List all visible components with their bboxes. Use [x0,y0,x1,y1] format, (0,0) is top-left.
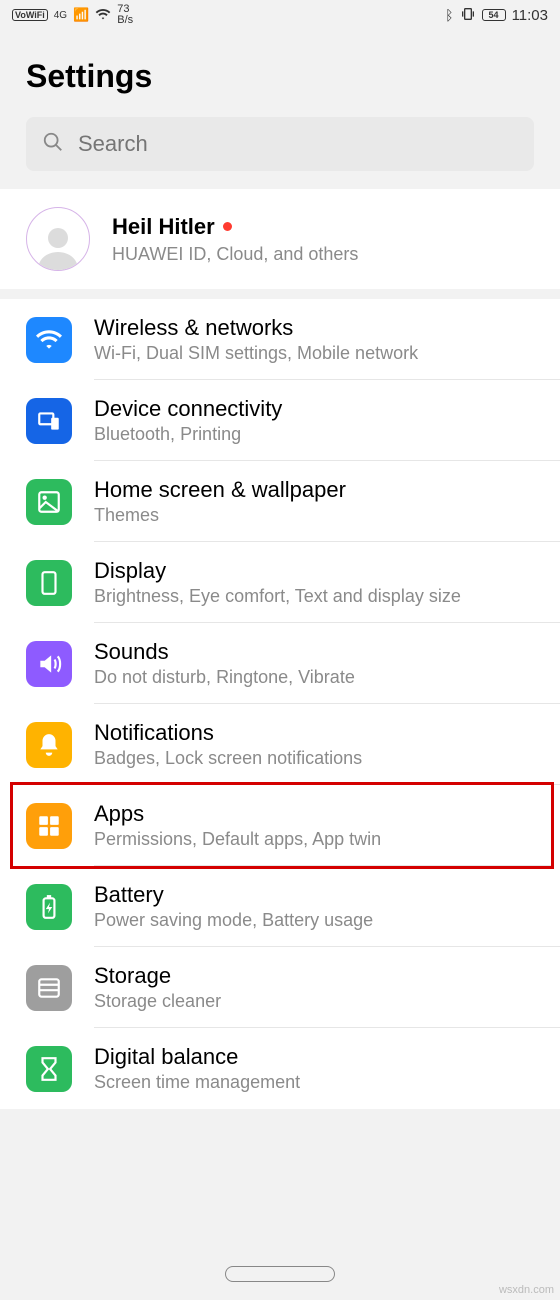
watermark: wsxdn.com [499,1284,554,1296]
sound-icon [26,641,72,687]
item-sub: Power saving mode, Battery usage [94,910,373,931]
settings-item-image[interactable]: Home screen & wallpaperThemes [0,461,560,542]
item-title: Battery [94,882,373,908]
status-right: ᛒ 54 11:03 [445,6,548,25]
settings-item-apps[interactable]: AppsPermissions, Default apps, App twin [10,782,554,869]
search-container [0,117,560,189]
status-left: VoWiFi 4G 📶 73B/s [12,4,133,26]
search-bar[interactable] [26,117,534,171]
wifi-icon [26,317,72,363]
item-text: AppsPermissions, Default apps, App twin [94,801,381,850]
account-name: Heil Hitler [112,214,215,240]
settings-item-battery[interactable]: BatteryPower saving mode, Battery usage [0,866,560,947]
battery-level: 54 [482,9,506,21]
item-sub: Screen time management [94,1072,300,1093]
item-text: Home screen & wallpaperThemes [94,477,346,526]
settings-item-storage[interactable]: StorageStorage cleaner [0,947,560,1028]
settings-item-bell[interactable]: NotificationsBadges, Lock screen notific… [0,704,560,785]
item-sub: Storage cleaner [94,991,221,1012]
item-text: Device connectivityBluetooth, Printing [94,396,282,445]
item-title: Digital balance [94,1044,300,1070]
item-title: Wireless & networks [94,315,418,341]
item-title: Display [94,558,461,584]
account-sub: HUAWEI ID, Cloud, and others [112,244,358,265]
bell-icon [26,722,72,768]
image-icon [26,479,72,525]
item-text: BatteryPower saving mode, Battery usage [94,882,373,931]
item-title: Home screen & wallpaper [94,477,346,503]
item-title: Sounds [94,639,355,665]
item-text: DisplayBrightness, Eye comfort, Text and… [94,558,461,607]
item-sub: Do not disturb, Ringtone, Vibrate [94,667,355,688]
item-text: StorageStorage cleaner [94,963,221,1012]
item-sub: Brightness, Eye comfort, Text and displa… [94,586,461,607]
net-speed: 73B/s [117,4,133,26]
vibrate-icon [460,6,476,25]
item-sub: Badges, Lock screen notifications [94,748,362,769]
search-icon [42,131,64,158]
vowifi-badge: VoWiFi [12,9,48,21]
item-text: Digital balanceScreen time management [94,1044,300,1093]
battery-icon [26,884,72,930]
item-title: Notifications [94,720,362,746]
settings-item-wifi[interactable]: Wireless & networksWi-Fi, Dual SIM setti… [0,299,560,380]
settings-list: Wireless & networksWi-Fi, Dual SIM setti… [0,299,560,1109]
item-title: Apps [94,801,381,827]
devices-icon [26,398,72,444]
item-sub: Wi-Fi, Dual SIM settings, Mobile network [94,343,418,364]
item-text: SoundsDo not disturb, Ringtone, Vibrate [94,639,355,688]
network-tag: 4G [54,10,67,21]
display-icon [26,560,72,606]
item-sub: Bluetooth, Printing [94,424,282,445]
item-title: Storage [94,963,221,989]
bluetooth-icon: ᛒ [445,7,453,23]
home-indicator[interactable] [225,1266,335,1282]
item-title: Device connectivity [94,396,282,422]
settings-item-display[interactable]: DisplayBrightness, Eye comfort, Text and… [0,542,560,623]
signal-icon: 📶 [73,7,89,23]
hourglass-icon [26,1046,72,1092]
status-bar: VoWiFi 4G 📶 73B/s ᛒ 54 11:03 [0,0,560,30]
search-input[interactable] [78,131,518,157]
item-sub: Themes [94,505,346,526]
clock: 11:03 [512,7,548,24]
avatar [26,207,90,271]
storage-icon [26,965,72,1011]
settings-item-hourglass[interactable]: Digital balanceScreen time management [0,1028,560,1109]
item-text: NotificationsBadges, Lock screen notific… [94,720,362,769]
notification-dot-icon [223,222,232,231]
wifi-icon [95,6,111,25]
page-title: Settings [0,30,560,117]
settings-item-devices[interactable]: Device connectivityBluetooth, Printing [0,380,560,461]
item-text: Wireless & networksWi-Fi, Dual SIM setti… [94,315,418,364]
item-sub: Permissions, Default apps, App twin [94,829,381,850]
account-row[interactable]: Heil Hitler HUAWEI ID, Cloud, and others [0,189,560,299]
settings-item-sound[interactable]: SoundsDo not disturb, Ringtone, Vibrate [0,623,560,704]
apps-icon [26,803,72,849]
account-text: Heil Hitler HUAWEI ID, Cloud, and others [112,214,358,265]
